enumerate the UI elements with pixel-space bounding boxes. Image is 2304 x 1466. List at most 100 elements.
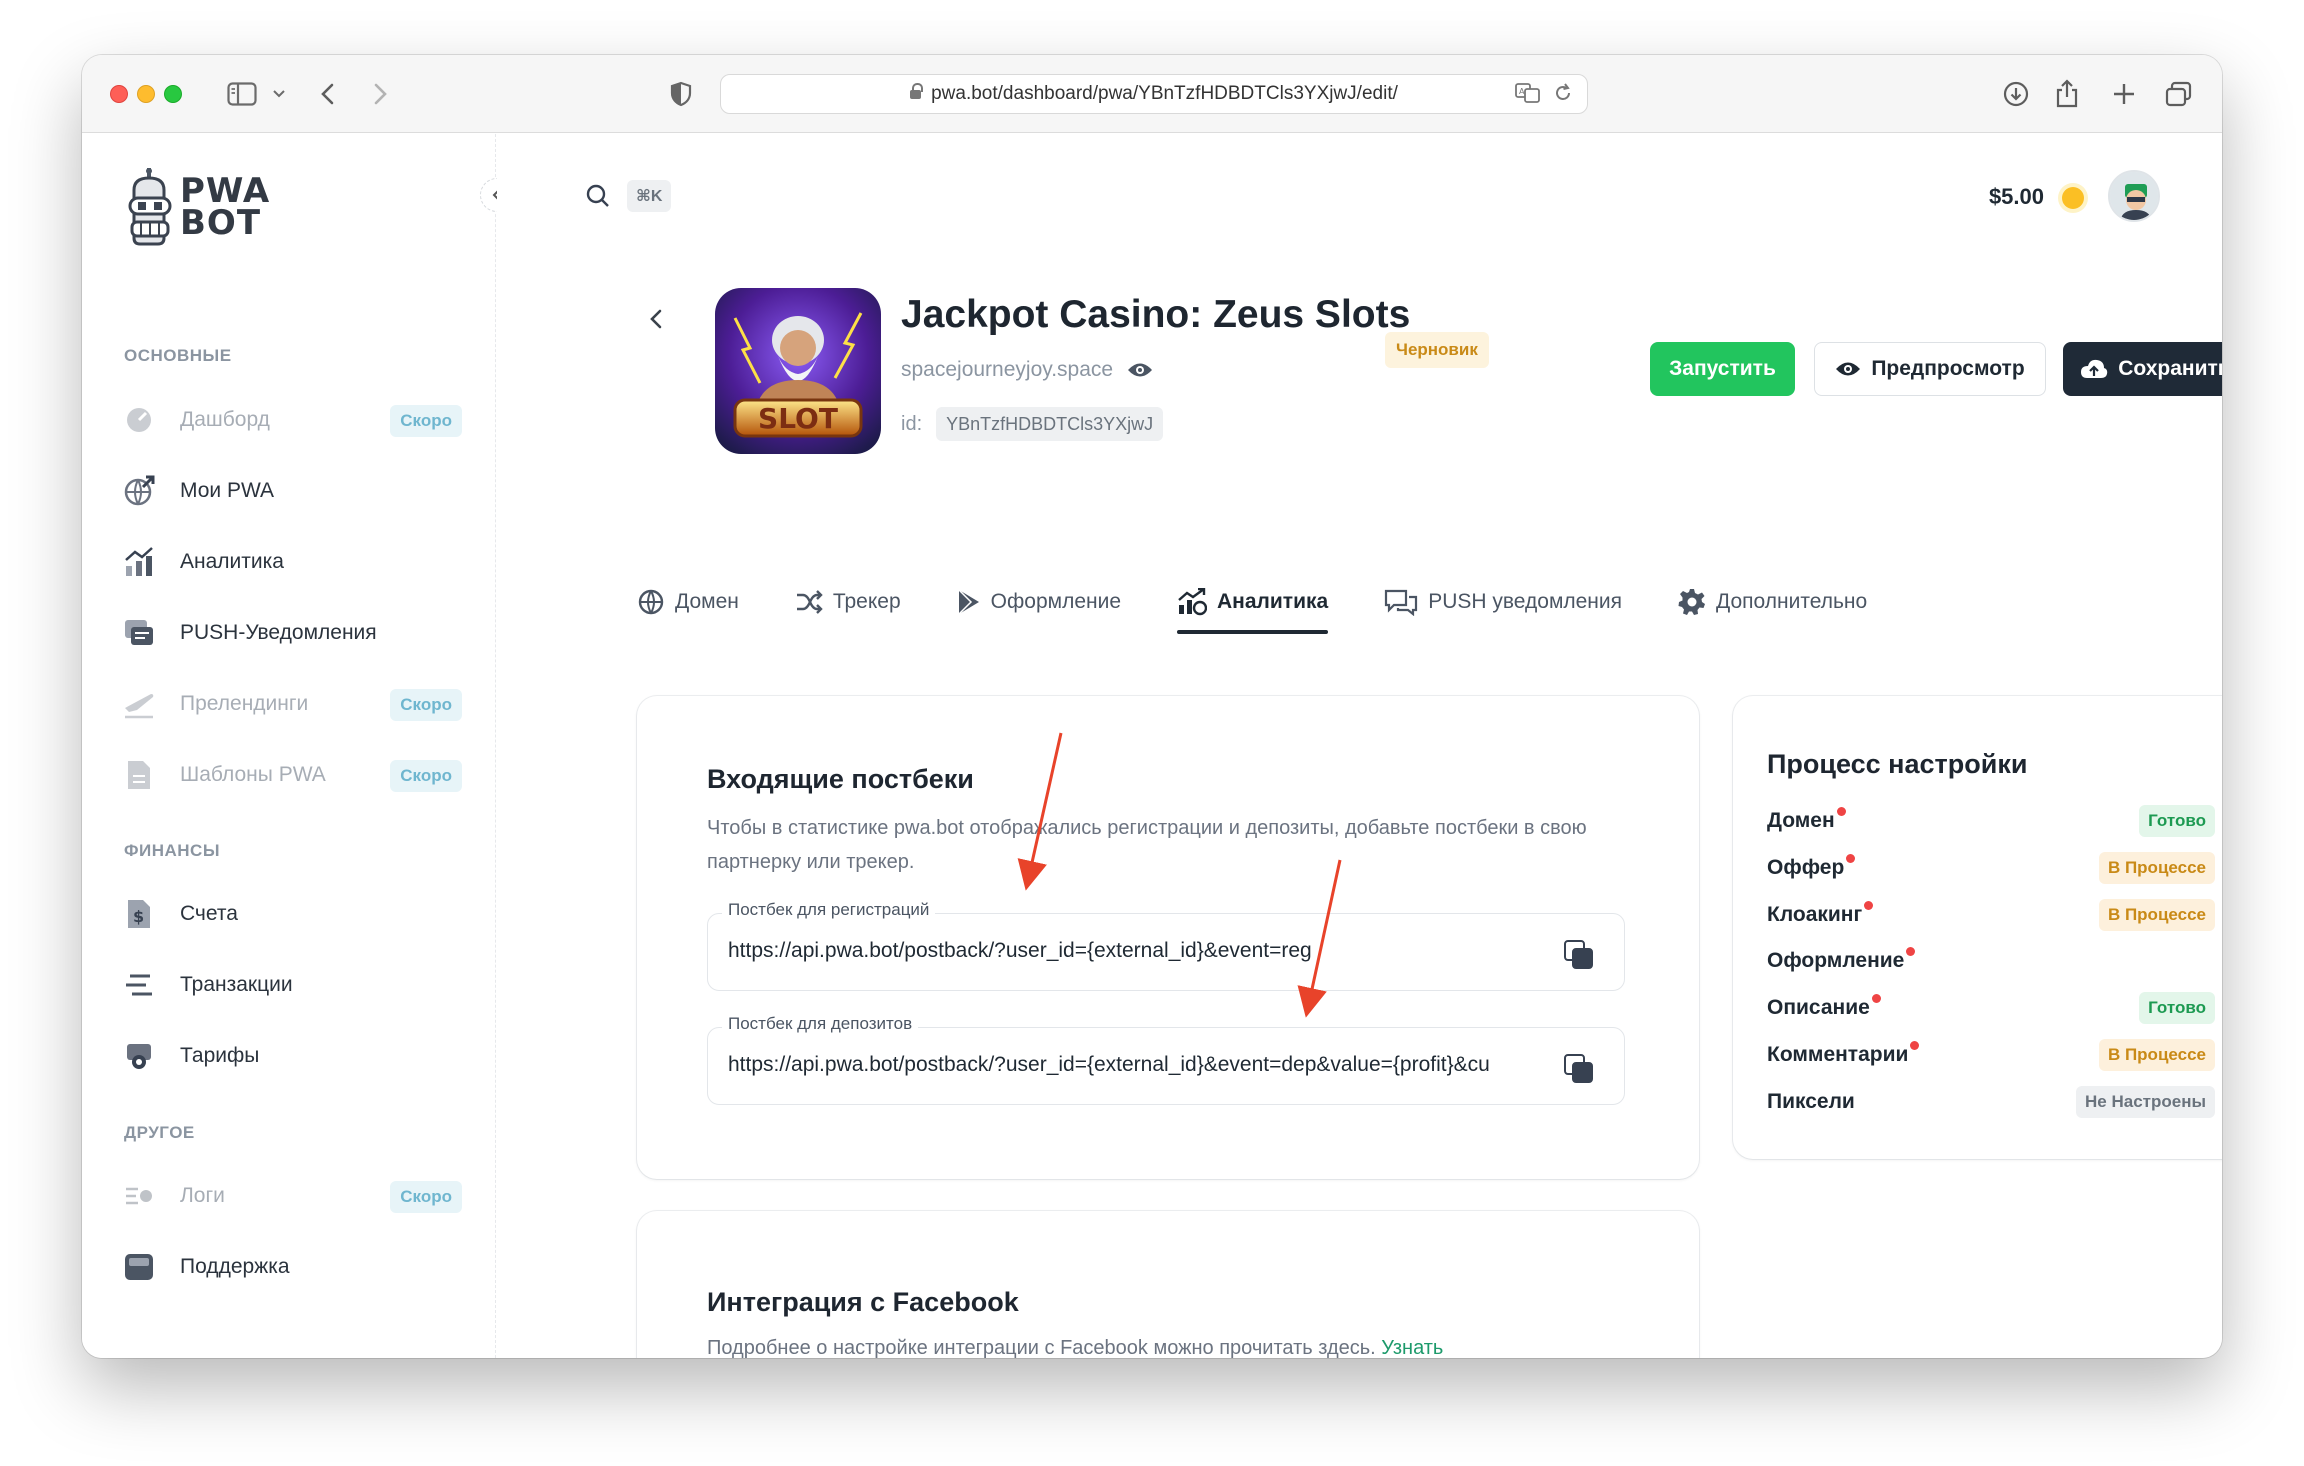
eye-icon <box>1836 362 1861 376</box>
lines-icon <box>122 968 156 1002</box>
process-item-name: Домен <box>1767 809 1835 832</box>
tab-push[interactable]: PUSH уведомления <box>1384 574 1622 630</box>
process-item-description[interactable]: Описание Готово <box>1767 988 2215 1028</box>
chevron-down-icon[interactable] <box>272 75 286 113</box>
process-item-offer[interactable]: Оффер В Процессе <box>1767 848 2215 888</box>
id-label: id: <box>901 412 923 435</box>
save-button[interactable]: Сохранить <box>2063 342 2222 396</box>
app-id[interactable]: YBnTzfHDBDTCls3YXjwJ <box>936 407 1164 441</box>
cloud-upload-icon <box>2081 359 2108 378</box>
process-item-name: Комментарии <box>1767 1043 1909 1066</box>
sidebar-item-label: Поддержка <box>180 1255 290 1278</box>
theme-sun-icon[interactable] <box>2062 187 2084 209</box>
sidebar-item-label: Дашборд <box>180 408 270 431</box>
url-text: pwa.bot/dashboard/pwa/YBnTzfHDBDTCls3YXj… <box>931 83 1398 104</box>
logo-line-2: BOT <box>180 203 262 243</box>
registration-postback-field[interactable]: Постбек для регистраций https://api.pwa.… <box>707 900 1625 991</box>
sidebar-item-invoices[interactable]: $ Счета <box>122 890 462 938</box>
sidebar-item-tariffs[interactable]: Тарифы <box>122 1032 462 1080</box>
status-badge: Черновик <box>1385 332 1489 368</box>
red-dot-indicator <box>1864 901 1874 910</box>
section-title-main: ОСНОВНЫЕ <box>124 346 232 365</box>
sidebar-item-support[interactable]: Поддержка <box>122 1243 462 1291</box>
tab-advanced[interactable]: Дополнительно <box>1678 574 1867 630</box>
page-title: Jackpot Casino: Zeus Slots <box>901 293 1411 336</box>
search-shortcut: ⌘K <box>627 180 672 212</box>
airplane-icon <box>122 687 156 721</box>
process-item-design[interactable]: Оформление <box>1767 941 2215 981</box>
shield-icon[interactable] <box>670 75 692 113</box>
sidebar-item-templates[interactable]: Шаблоны PWA Скоро <box>122 751 462 799</box>
sidebar-item-label: Аналитика <box>180 550 284 573</box>
minimize-window-button[interactable] <box>137 85 155 103</box>
copy-icon[interactable] <box>1564 1054 1593 1083</box>
forward-arrow-icon[interactable] <box>372 75 388 113</box>
soon-badge: Скоро <box>390 760 462 792</box>
run-button[interactable]: Запустить <box>1650 342 1795 396</box>
gear-icon <box>1678 589 1706 615</box>
sidebar-item-push[interactable]: PUSH-Уведомления <box>122 609 462 657</box>
pwa-bot-logo[interactable]: PWA BOT <box>126 168 270 246</box>
preview-button[interactable]: Предпросмотр <box>1814 342 2046 396</box>
postbacks-title: Входящие постбеки <box>707 764 974 794</box>
status-badge: В Процессе <box>2098 1039 2215 1071</box>
deposit-postback-field[interactable]: Постбек для депозитов https://api.pwa.bo… <box>707 1014 1625 1105</box>
process-item-comments[interactable]: Комментарии В Процессе <box>1767 1035 2215 1075</box>
tab-label: Домен <box>675 590 739 613</box>
sidebar-item-transactions[interactable]: Транзакции <box>122 961 462 1009</box>
sidebar-item-logs[interactable]: Логи Скоро <box>122 1172 462 1220</box>
reload-icon[interactable] <box>1553 83 1573 109</box>
facebook-title: Интеграция с Facebook <box>707 1287 1019 1317</box>
sidebar-toggle-icon[interactable] <box>227 75 257 113</box>
new-tab-plus-icon[interactable] <box>2112 75 2136 113</box>
soon-badge: Скоро <box>390 689 462 721</box>
process-item-name: Пиксели <box>1767 1090 1855 1113</box>
sidebar-item-my-pwa[interactable]: Мои PWA <box>122 467 462 515</box>
sidebar-item-prelandings[interactable]: Прелендинги Скоро <box>122 680 462 728</box>
zoom-window-button[interactable] <box>164 85 182 103</box>
tab-analytics[interactable]: Аналитика <box>1177 574 1329 634</box>
postbacks-description: Чтобы в статистике pwa.bot отображались … <box>707 817 1587 873</box>
inbox-icon <box>122 1250 156 1284</box>
document-icon <box>122 758 156 792</box>
process-item-domain[interactable]: Домен Готово <box>1767 801 2215 841</box>
deposit-postback-value[interactable]: https://api.pwa.bot/postback/?user_id={e… <box>728 1053 1548 1077</box>
tab-overview-icon[interactable] <box>2165 75 2193 113</box>
back-arrow-icon[interactable] <box>320 75 336 113</box>
translate-icon[interactable]: A <box>1515 83 1541 109</box>
registration-postback-label: Постбек для регистраций <box>722 900 936 920</box>
globe-arrow-icon <box>122 474 156 508</box>
close-window-button[interactable] <box>110 85 128 103</box>
domain-text[interactable]: spacejourneyjoy.space <box>901 358 1113 382</box>
browser-toolbar: pwa.bot/dashboard/pwa/YBnTzfHDBDTCls3YXj… <box>82 55 2222 133</box>
sidebar-item-label: Логи <box>180 1184 225 1207</box>
search-trigger[interactable]: ⌘K <box>585 180 672 212</box>
status-badge: В Процессе <box>2098 852 2215 884</box>
balance-amount[interactable]: $5.00 <box>1989 184 2044 210</box>
app-id-row: id: YBnTzfHDBDTCls3YXjwJ <box>901 407 1164 441</box>
sidebar-item-analytics[interactable]: Аналитика <box>122 538 462 586</box>
eye-icon[interactable] <box>1127 361 1153 379</box>
preview-label: Предпросмотр <box>1871 357 2025 380</box>
share-icon[interactable] <box>2055 75 2079 113</box>
registration-postback-value[interactable]: https://api.pwa.bot/postback/?user_id={e… <box>728 939 1548 963</box>
download-icon[interactable] <box>2002 75 2030 113</box>
address-bar[interactable]: pwa.bot/dashboard/pwa/YBnTzfHDBDTCls3YXj… <box>720 74 1588 114</box>
sidebar-item-label: PUSH-Уведомления <box>180 621 377 644</box>
tab-domain[interactable]: Домен <box>637 574 739 630</box>
tab-tracker[interactable]: Трекер <box>795 574 901 630</box>
sidebar-item-label: Тарифы <box>180 1044 260 1067</box>
process-item-cloaking[interactable]: Клоакинг В Процессе <box>1767 895 2215 935</box>
app-icon-text: SLOT <box>758 402 838 435</box>
copy-icon[interactable] <box>1564 940 1593 969</box>
process-item-pixels[interactable]: Пиксели Не Настроены <box>1767 1082 2215 1122</box>
process-item-name: Оффер <box>1767 856 1845 879</box>
tab-label: Аналитика <box>1217 590 1329 613</box>
tab-label: Оформление <box>990 590 1122 613</box>
back-button[interactable] <box>649 304 663 338</box>
tab-design[interactable]: Оформление <box>957 574 1121 630</box>
avatar[interactable] <box>2108 170 2160 222</box>
sidebar-item-dashboard[interactable]: Дашборд Скоро <box>122 396 462 444</box>
red-dot-indicator <box>1846 854 1856 863</box>
process-item-name: Описание <box>1767 996 1870 1019</box>
